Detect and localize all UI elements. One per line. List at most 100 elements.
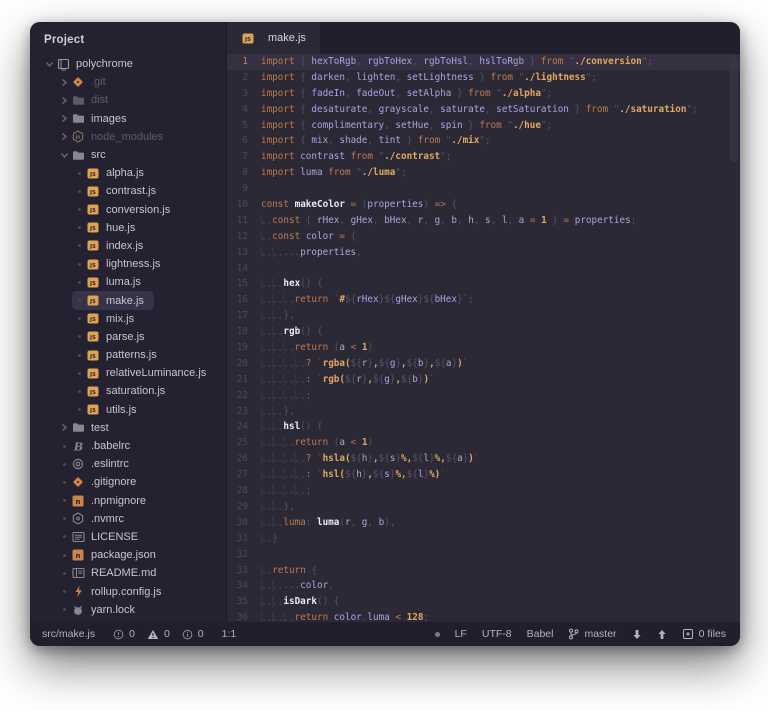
code-line-27[interactable]: 27 : `hsl(${h},${s}%,${l}%)` bbox=[227, 467, 740, 483]
code-line-6[interactable]: 6import { mix, shade, tint } from "./mix… bbox=[227, 133, 740, 149]
code-line-28[interactable]: 28 ; bbox=[227, 483, 740, 499]
tree-bullet bbox=[72, 299, 86, 302]
chevron-right-icon[interactable] bbox=[57, 132, 71, 141]
info-count[interactable]: 0 bbox=[182, 628, 204, 640]
tree-item-yarn-lock[interactable]: yarn.lock bbox=[57, 601, 145, 619]
tree-item-conversion-js[interactable]: JSconversion.js bbox=[72, 201, 180, 219]
tree-item-readme-md[interactable]: README.md bbox=[57, 564, 166, 582]
code-line-33[interactable]: 33 return { bbox=[227, 563, 740, 579]
code-line-16[interactable]: 16 return `#${rHex}${gHex}${bHex}`; bbox=[227, 292, 740, 308]
warning-count[interactable]: 0 bbox=[147, 628, 170, 640]
chevron-right-icon[interactable] bbox=[57, 114, 71, 123]
push-arrow-icon[interactable] bbox=[657, 629, 667, 640]
code-line-25[interactable]: 25 return (a < 1) bbox=[227, 435, 740, 451]
code-line-13[interactable]: 13 ...properties, bbox=[227, 245, 740, 261]
line-number: 14 bbox=[227, 261, 261, 277]
code-line-8[interactable]: 8import luma from "./luma"; bbox=[227, 165, 740, 181]
tree-item-dist[interactable]: dist bbox=[57, 91, 118, 109]
changed-files[interactable]: 0 files bbox=[682, 628, 726, 640]
svg-text:JS: JS bbox=[89, 226, 96, 232]
encoding-indicator[interactable]: UTF-8 bbox=[482, 628, 512, 640]
chevron-right-icon[interactable] bbox=[57, 423, 71, 432]
tree-item-hue-js[interactable]: JShue.js bbox=[72, 219, 145, 237]
tree-item-src[interactable]: src bbox=[57, 146, 116, 164]
code-line-22[interactable]: 22 ; bbox=[227, 388, 740, 404]
tree-item-saturation-js[interactable]: JSsaturation.js bbox=[72, 382, 175, 400]
code-line-24[interactable]: 24 hsl() { bbox=[227, 419, 740, 435]
code-line-1[interactable]: 1import { hexToRgb, rgbToHex, rgbToHsl, … bbox=[227, 54, 740, 70]
chevron-down-icon[interactable] bbox=[57, 151, 71, 159]
code-line-26[interactable]: 26 ? `hsla(${h},${s}%,${l}%,${a})` bbox=[227, 451, 740, 467]
line-number: 27 bbox=[227, 467, 261, 483]
tree-item-images[interactable]: images bbox=[57, 110, 136, 128]
code-line-11[interactable]: 11 const { rHex, gHex, bHex, r, g, b, h,… bbox=[227, 213, 740, 229]
code-line-23[interactable]: 23 }, bbox=[227, 404, 740, 420]
git-branch[interactable]: master bbox=[568, 628, 616, 640]
js-icon: JS bbox=[86, 185, 100, 197]
eol-indicator[interactable]: LF bbox=[455, 628, 467, 640]
tree-bullet bbox=[57, 554, 71, 557]
tree-item-node-modules[interactable]: jsnode_modules bbox=[57, 128, 173, 146]
pull-arrow-icon[interactable] bbox=[632, 629, 642, 640]
tree-item--npmignore[interactable]: n.npmignore bbox=[57, 492, 156, 510]
tree-item--nvmrc[interactable]: .nvmrc bbox=[57, 510, 134, 528]
code-line-31[interactable]: 31 } bbox=[227, 531, 740, 547]
code-line-18[interactable]: 18 rgb() { bbox=[227, 324, 740, 340]
code-line-3[interactable]: 3import { fadeIn, fadeOut, setAlpha } fr… bbox=[227, 86, 740, 102]
code-text: import luma from "./luma"; bbox=[261, 165, 407, 181]
chevron-down-icon[interactable] bbox=[42, 60, 56, 68]
code-line-34[interactable]: 34 ...color, bbox=[227, 578, 740, 594]
code-line-10[interactable]: 10const makeColor = (properties) => { bbox=[227, 197, 740, 213]
tree-item-rollup-config-js[interactable]: rollup.config.js bbox=[57, 582, 171, 600]
code-line-32[interactable]: 32 bbox=[227, 547, 740, 563]
error-count[interactable]: 0 bbox=[113, 628, 135, 640]
code-line-4[interactable]: 4import { desaturate, grayscale, saturat… bbox=[227, 102, 740, 118]
code-line-12[interactable]: 12 const color = { bbox=[227, 229, 740, 245]
tree-item-license[interactable]: LICENSE bbox=[57, 528, 148, 546]
tree-item-parse-js[interactable]: JSparse.js bbox=[72, 328, 155, 346]
tree-item-mix-js[interactable]: JSmix.js bbox=[72, 310, 144, 328]
tree-item--eslintrc[interactable]: .eslintrc bbox=[57, 455, 139, 473]
cursor-position[interactable]: 1:1 bbox=[222, 628, 237, 640]
tree-item-polychrome[interactable]: polychrome bbox=[42, 55, 143, 73]
code-line-30[interactable]: 30 luma: luma(r, g, b), bbox=[227, 515, 740, 531]
code-line-19[interactable]: 19 return (a < 1) bbox=[227, 340, 740, 356]
tab-make-js[interactable]: JSmake.js bbox=[227, 22, 320, 54]
tree-item--gitignore[interactable]: .gitignore bbox=[57, 473, 146, 491]
code-line-35[interactable]: 35 isDark() { bbox=[227, 594, 740, 610]
line-number: 3 bbox=[227, 86, 261, 102]
line-number: 2 bbox=[227, 70, 261, 86]
tree-item-relativeluminance-js[interactable]: JSrelativeLuminance.js bbox=[72, 364, 216, 382]
code-line-36[interactable]: 36 return color.luma < 128; bbox=[227, 610, 740, 622]
tree-item-luma-js[interactable]: JSluma.js bbox=[72, 273, 151, 291]
tree-item-package-json[interactable]: npackage.json bbox=[57, 546, 166, 564]
tree-item-test[interactable]: test bbox=[57, 419, 119, 437]
tree-item-contrast-js[interactable]: JScontrast.js bbox=[72, 182, 166, 200]
tree-item-alpha-js[interactable]: JSalpha.js bbox=[72, 164, 154, 182]
tree-item--babelrc[interactable]: B.babelrc bbox=[57, 437, 140, 455]
syntax-indicator[interactable]: Babel bbox=[527, 628, 554, 640]
code-line-20[interactable]: 20 ? `rgba(${r},${g},${b},${a})` bbox=[227, 356, 740, 372]
code-line-29[interactable]: 29 }, bbox=[227, 499, 740, 515]
scrollbar-thumb[interactable] bbox=[730, 57, 738, 162]
code-line-2[interactable]: 2import { darken, lighten, setLightness … bbox=[227, 70, 740, 86]
tree-item-make-js[interactable]: JSmake.js bbox=[72, 291, 154, 309]
svg-text:B: B bbox=[73, 440, 83, 453]
tree-item--git[interactable]: .git bbox=[57, 73, 116, 91]
tree-item-utils-js[interactable]: JSutils.js bbox=[72, 401, 147, 419]
chevron-right-icon[interactable] bbox=[57, 96, 71, 105]
tree-item-lightness-js[interactable]: JSlightness.js bbox=[72, 255, 170, 273]
tree-item-index-js[interactable]: JSindex.js bbox=[72, 237, 153, 255]
branch-icon bbox=[568, 628, 579, 640]
code-line-9[interactable]: 9 bbox=[227, 181, 740, 197]
code-line-21[interactable]: 21 : `rgb(${r},${g},${b})` bbox=[227, 372, 740, 388]
code-text: ; bbox=[261, 483, 311, 499]
code-line-17[interactable]: 17 }, bbox=[227, 308, 740, 324]
tree-item-patterns-js[interactable]: JSpatterns.js bbox=[72, 346, 167, 364]
code-line-15[interactable]: 15 hex() { bbox=[227, 276, 740, 292]
code-editor[interactable]: 1import { hexToRgb, rgbToHex, rgbToHsl, … bbox=[227, 54, 740, 622]
code-line-14[interactable]: 14 bbox=[227, 261, 740, 277]
code-line-7[interactable]: 7import contrast from "./contrast"; bbox=[227, 149, 740, 165]
code-line-5[interactable]: 5import { complimentary, setHue, spin } … bbox=[227, 118, 740, 134]
chevron-right-icon[interactable] bbox=[57, 78, 71, 87]
